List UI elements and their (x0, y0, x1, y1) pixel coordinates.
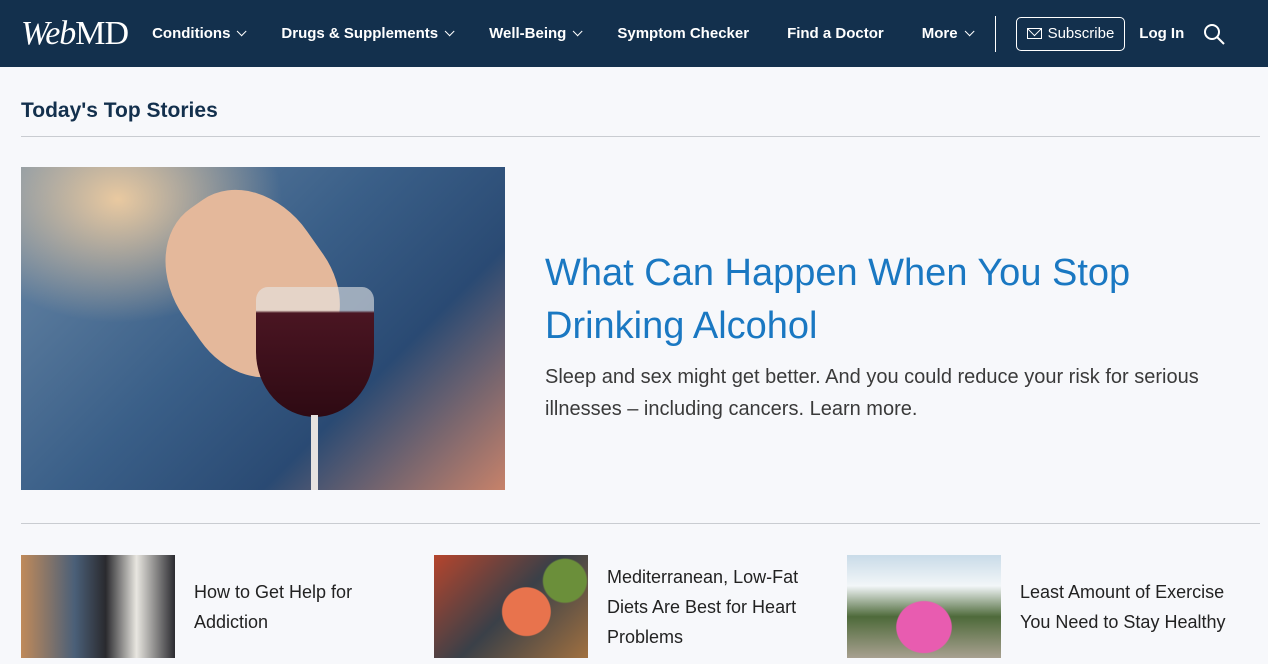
nav-more[interactable]: More (922, 25, 975, 42)
mail-icon (1026, 28, 1042, 39)
hero-title[interactable]: What Can Happen When You Stop Drinking A… (545, 247, 1225, 353)
login-link[interactable]: Log In (1139, 25, 1184, 42)
story-title[interactable]: How to Get Help for Addiction (175, 577, 425, 637)
story-list: How to Get Help for Addiction Mediterran… (21, 524, 1260, 658)
chevron-down-icon (444, 26, 455, 37)
story-title[interactable]: Mediterranean, Low-Fat Diets Are Best fo… (588, 562, 838, 652)
wine-glass (256, 287, 374, 417)
nav-symptom-checker[interactable]: Symptom Checker (617, 25, 749, 42)
webmd-logo[interactable]: WebMD (21, 16, 129, 51)
hero-description: Sleep and sex might get better. And you … (545, 366, 1199, 420)
search-icon[interactable] (1202, 22, 1226, 46)
main-content: Today's Top Stories What Can Happen When… (0, 67, 1268, 658)
story-thumbnail[interactable] (847, 555, 1001, 658)
main-nav: Conditions Drugs & Supplements Well-Bein… (152, 25, 1008, 42)
nav-drugs-supplements[interactable]: Drugs & Supplements (281, 25, 455, 42)
wine-glass-stem (311, 415, 318, 490)
nav-conditions[interactable]: Conditions (152, 25, 247, 42)
story-thumbnail[interactable] (21, 555, 175, 658)
chevron-down-icon (964, 26, 975, 37)
nav-find-a-doctor[interactable]: Find a Doctor (787, 25, 884, 42)
section-title: Today's Top Stories (21, 67, 1260, 137)
nav-well-being[interactable]: Well-Being (489, 25, 583, 42)
story-title[interactable]: Least Amount of Exercise You Need to Sta… (1001, 577, 1251, 637)
nav-divider (994, 15, 996, 52)
story-item[interactable]: Mediterranean, Low-Fat Diets Are Best fo… (434, 555, 847, 658)
hero-text: What Can Happen When You Stop Drinking A… (505, 167, 1225, 523)
site-header: WebMD Conditions Drugs & Supplements Wel… (0, 0, 1268, 67)
story-item[interactable]: How to Get Help for Addiction (21, 555, 434, 658)
hero-image[interactable] (21, 167, 505, 490)
story-thumbnail[interactable] (434, 555, 588, 658)
chevron-down-icon (237, 26, 247, 37)
story-item[interactable]: Least Amount of Exercise You Need to Sta… (847, 555, 1260, 658)
chevron-down-icon (573, 26, 583, 37)
hero-story[interactable]: What Can Happen When You Stop Drinking A… (21, 137, 1260, 524)
subscribe-button[interactable]: Subscribe (1015, 16, 1126, 51)
